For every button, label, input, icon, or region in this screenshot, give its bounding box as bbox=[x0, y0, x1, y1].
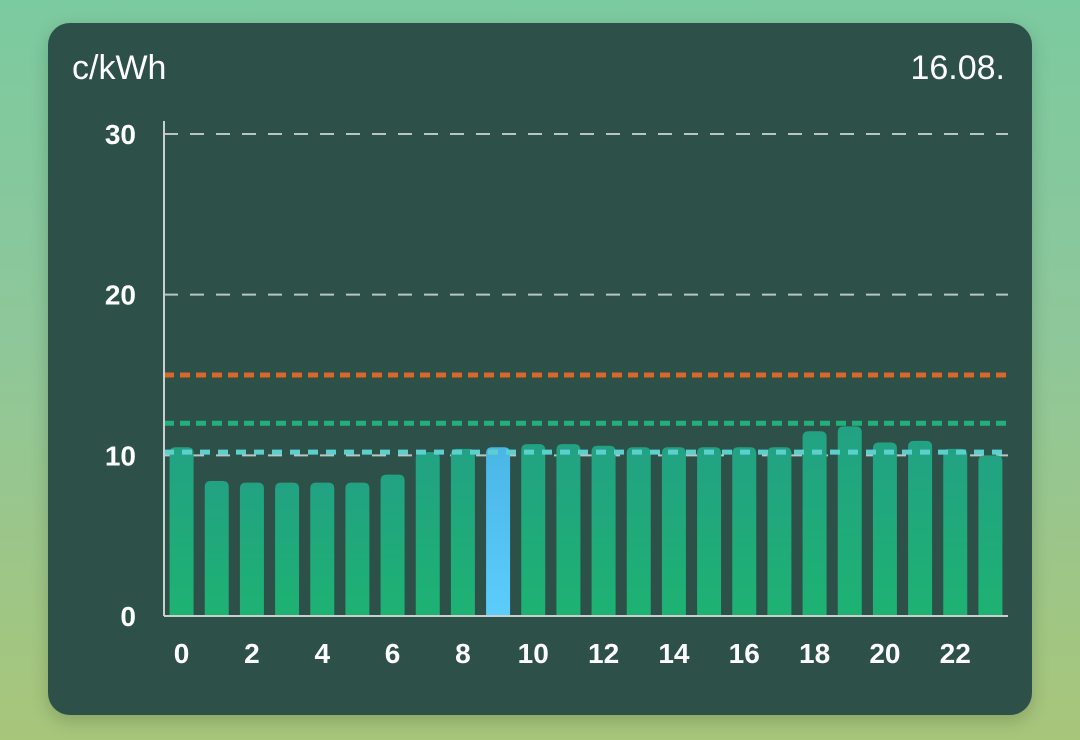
bar-hour-1 bbox=[204, 481, 229, 616]
bar-hour-5 bbox=[345, 482, 370, 616]
reference-lines-layer bbox=[164, 372, 1008, 455]
bar-hour-23 bbox=[978, 455, 1003, 616]
bar-current-hour bbox=[486, 447, 511, 616]
bar-hour-20 bbox=[872, 442, 897, 616]
y-tick-label: 30 bbox=[105, 119, 136, 150]
y-tick-label: 0 bbox=[120, 601, 136, 632]
x-tick-label: 0 bbox=[174, 638, 190, 669]
x-tick-label: 4 bbox=[314, 638, 330, 669]
bar-hour-16 bbox=[732, 447, 757, 616]
bar-hour-22 bbox=[943, 448, 968, 616]
bar-chart: 0 10 20 30 0 2 4 6 8 10 12 14 16 18 20 22 bbox=[105, 119, 1008, 669]
x-tick-label: 6 bbox=[385, 638, 401, 669]
bar-hour-21 bbox=[908, 440, 933, 616]
bar-hour-0 bbox=[169, 447, 194, 616]
bar-hour-17 bbox=[767, 447, 792, 616]
x-tick-label: 14 bbox=[658, 638, 690, 669]
price-chart-card: c/kWh 16.08. 0 10 20 30 0 2 4 6 8 10 12 14 16 18 20 22 bbox=[48, 23, 1032, 715]
bar-hour-4 bbox=[310, 482, 335, 616]
bar-hour-6 bbox=[380, 474, 405, 616]
x-tick-label: 18 bbox=[799, 638, 830, 669]
x-tick-label: 12 bbox=[588, 638, 619, 669]
bar-hour-14 bbox=[661, 447, 686, 616]
x-tick-label: 16 bbox=[729, 638, 760, 669]
x-tick-label: 22 bbox=[940, 638, 971, 669]
bar-hour-2 bbox=[239, 482, 264, 616]
bar-hour-8 bbox=[450, 448, 475, 616]
y-tick-label: 10 bbox=[105, 440, 136, 471]
x-tick-label: 10 bbox=[518, 638, 549, 669]
bar-hour-15 bbox=[697, 447, 722, 616]
x-tick-label: 8 bbox=[455, 638, 471, 669]
x-tick-labels: 0 2 4 6 8 10 12 14 16 18 20 22 bbox=[174, 638, 971, 669]
y-tick-labels: 0 10 20 30 bbox=[105, 119, 136, 632]
bar-hour-11 bbox=[556, 444, 581, 616]
x-tick-label: 20 bbox=[869, 638, 900, 669]
bar-hour-19 bbox=[837, 426, 862, 616]
y-tick-label: 20 bbox=[105, 280, 136, 311]
bar-hour-3 bbox=[275, 482, 300, 616]
bar-hour-7 bbox=[415, 452, 440, 616]
x-tick-label: 2 bbox=[244, 638, 260, 669]
bar-hour-18 bbox=[802, 431, 827, 616]
bar-hour-10 bbox=[521, 444, 546, 616]
grid-layer bbox=[164, 133, 1008, 457]
bar-hour-12 bbox=[591, 445, 616, 616]
bar-hour-13 bbox=[626, 447, 651, 616]
